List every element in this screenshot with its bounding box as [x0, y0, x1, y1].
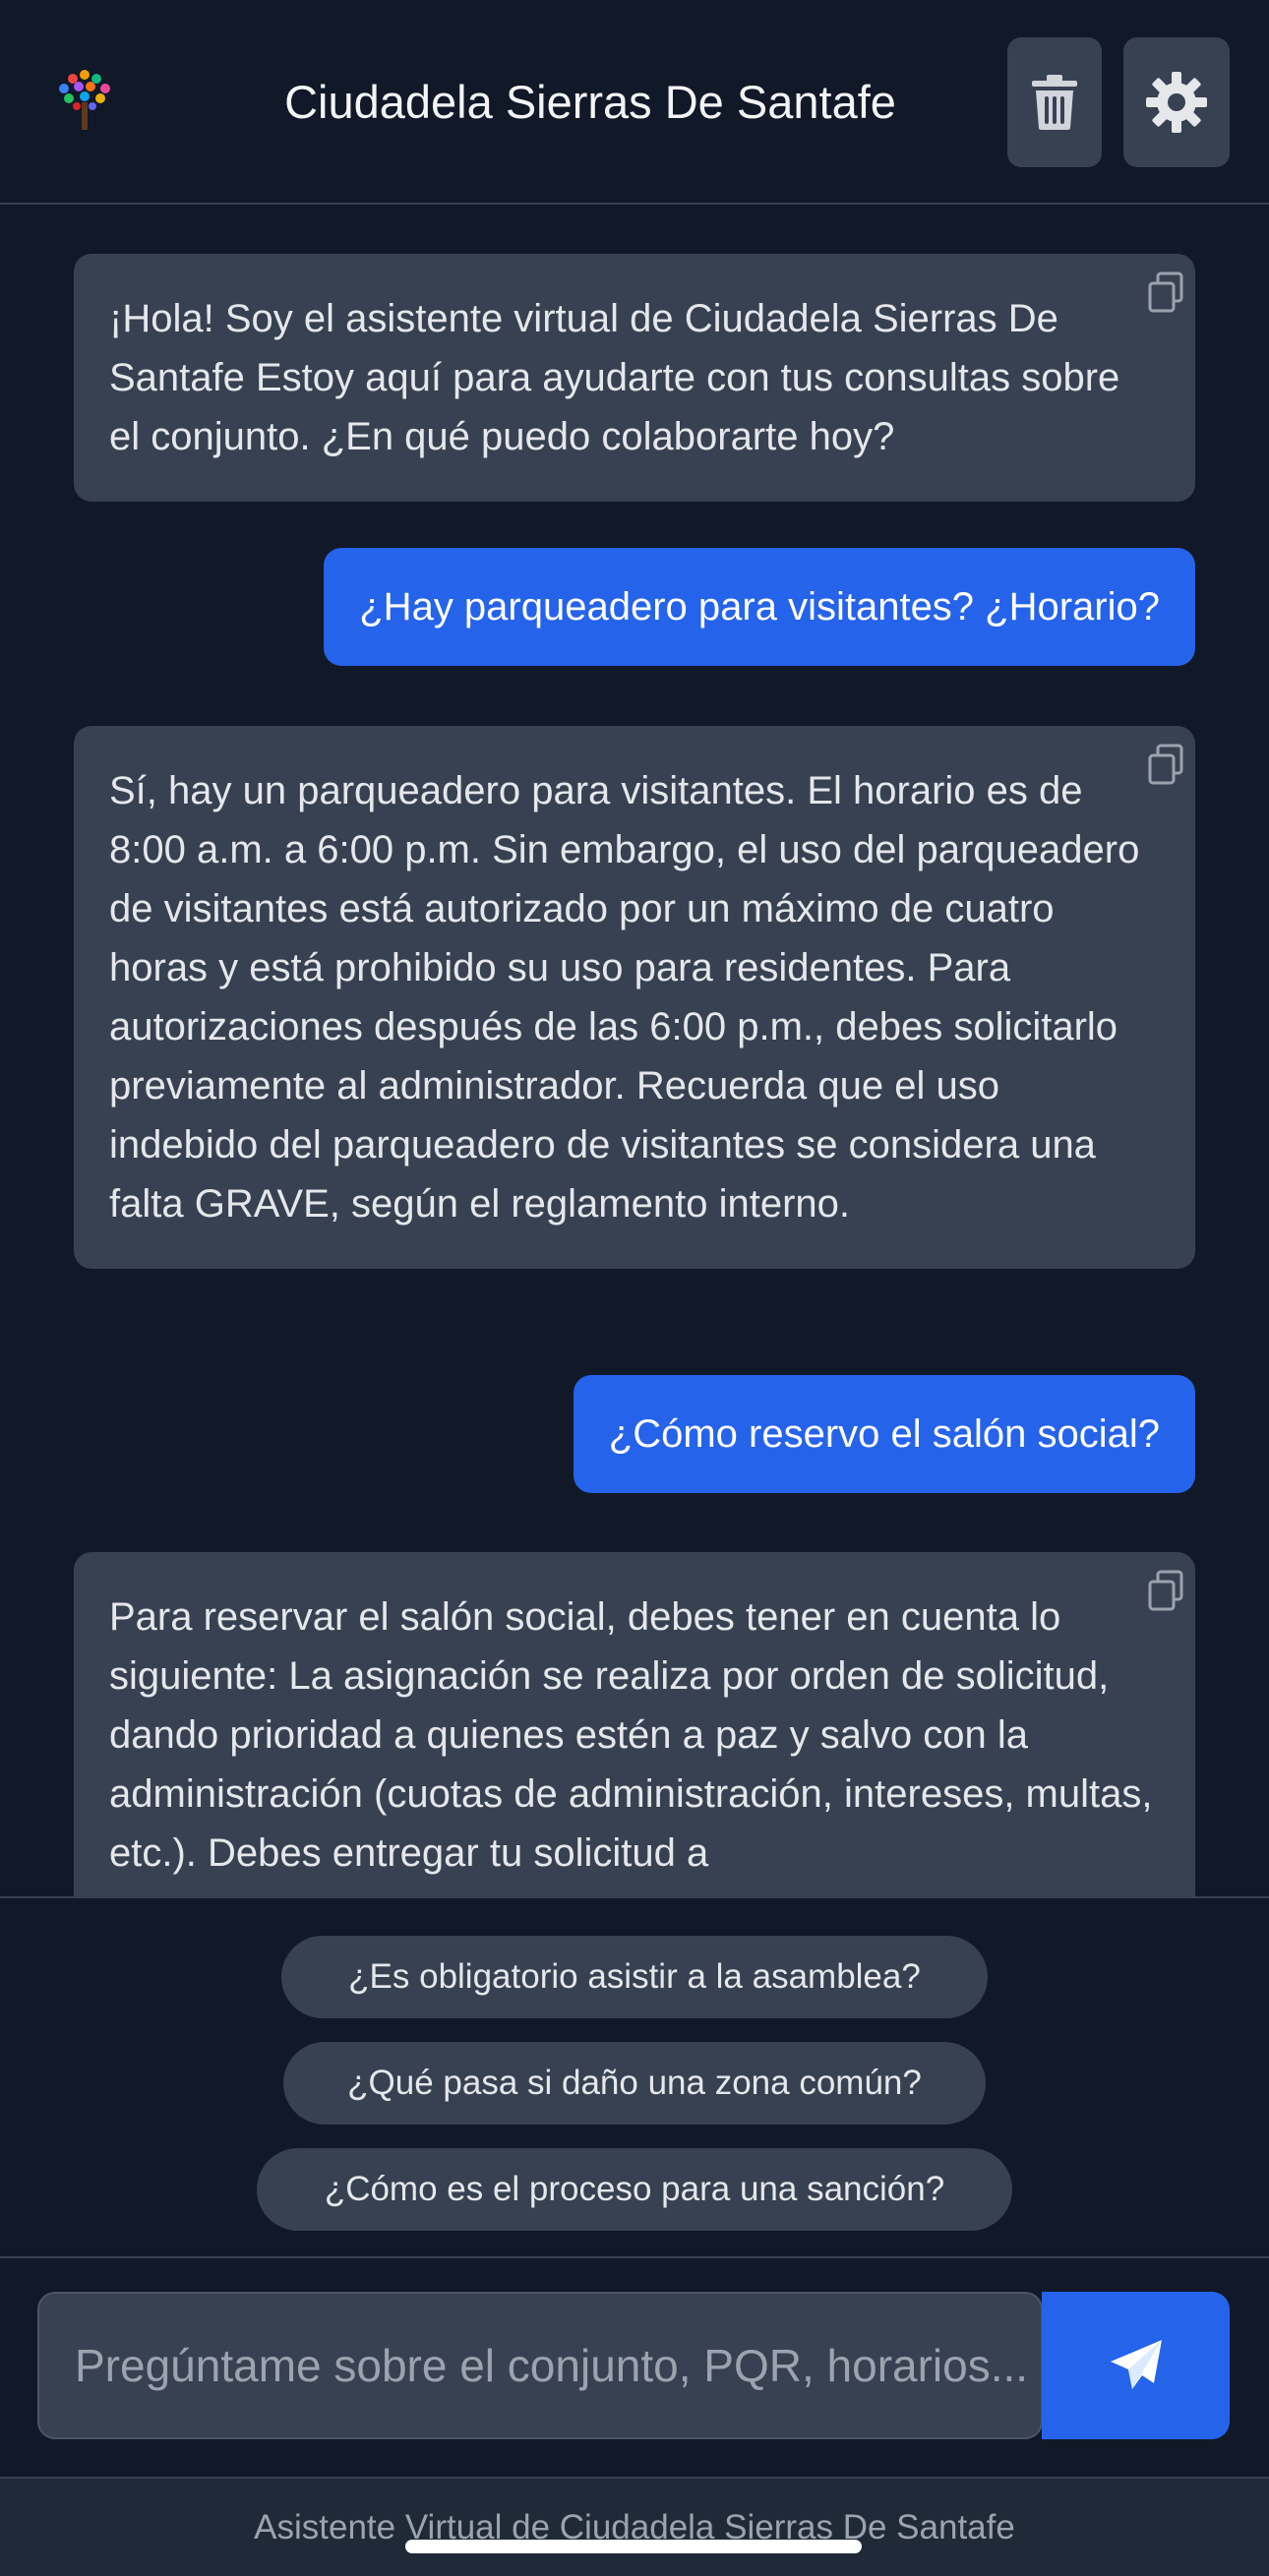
app-header: Ciudadela Sierras De Santafe [0, 0, 1269, 205]
paper-plane-icon [1110, 2340, 1162, 2389]
settings-button[interactable] [1123, 37, 1230, 167]
footer: Asistente Virtual de Ciudadela Sierras D… [0, 2477, 1269, 2576]
clear-chat-button[interactable] [1007, 37, 1102, 167]
message-input[interactable]: Pregúntame sobre el conjunto, PQR, horar… [37, 2292, 1043, 2439]
send-button[interactable] [1042, 2292, 1230, 2439]
page-title: Ciudadela Sierras De Santafe [284, 76, 896, 128]
chat-app: Ciudadela Sierras De Santafe ¡Hola! Soy … [0, 0, 1269, 2576]
suggested-questions: ¿Es obligatorio asistir a la asamblea? ¿… [0, 1896, 1269, 2258]
message-text: ¡Hola! Soy el asistente virtual de Ciuda… [109, 297, 1120, 458]
suggestion-chip[interactable]: ¿Cómo es el proceso para una sanción? [257, 2148, 1012, 2231]
home-indicator[interactable] [405, 2540, 862, 2553]
message-text: Sí, hay un parqueadero para visitantes. … [109, 769, 1140, 1226]
copy-icon[interactable] [1146, 271, 1185, 315]
composer: Pregúntame sobre el conjunto, PQR, horar… [0, 2258, 1269, 2477]
suggestion-chip[interactable]: ¿Es obligatorio asistir a la asamblea? [281, 1936, 988, 2018]
user-message: ¿Cómo reservo el salón social? [573, 1375, 1195, 1493]
message-text: ¿Cómo reservo el salón social? [608, 1412, 1160, 1456]
message-list[interactable]: ¡Hola! Soy el asistente virtual de Ciuda… [0, 207, 1269, 1898]
copy-icon[interactable] [1146, 1570, 1185, 1613]
message-text: ¿Hay parqueadero para visitantes? ¿Horar… [359, 585, 1160, 629]
user-message: ¿Hay parqueadero para visitantes? ¿Horar… [324, 548, 1195, 666]
gear-icon [1146, 72, 1207, 133]
bot-message: Sí, hay un parqueadero para visitantes. … [74, 726, 1195, 1269]
suggestion-chip[interactable]: ¿Qué pasa si daño una zona común? [283, 2042, 986, 2125]
bot-message: ¡Hola! Soy el asistente virtual de Ciuda… [74, 254, 1195, 502]
copy-icon[interactable] [1146, 744, 1185, 787]
trash-icon [1032, 75, 1077, 130]
message-text: Para reservar el salón social, debes ten… [109, 1595, 1153, 1875]
tree-logo-icon [59, 70, 110, 130]
bot-message: Para reservar el salón social, debes ten… [74, 1552, 1195, 1898]
